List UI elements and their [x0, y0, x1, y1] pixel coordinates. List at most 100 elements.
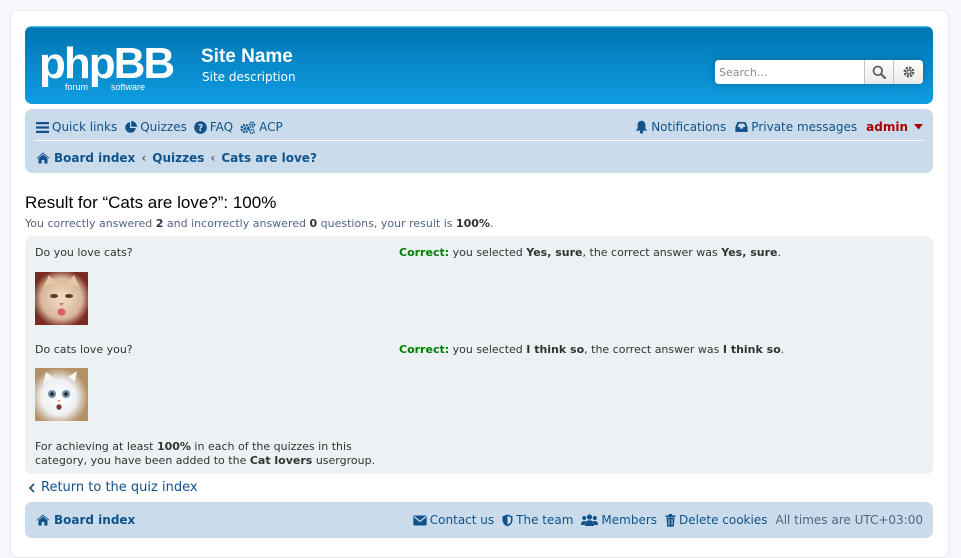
group-award-message: For achieving at least 100% in each of t…: [35, 440, 385, 468]
contact-us-link[interactable]: Contact us: [413, 513, 494, 527]
inbox-icon: [735, 122, 748, 132]
delete-cookies-link[interactable]: Delete cookies: [665, 513, 767, 527]
svg-text:phpBB: phpBB: [39, 40, 173, 88]
feedback-text: , the correct answer was: [584, 343, 723, 356]
the-team-label: The team: [516, 513, 574, 527]
notifications-label: Notifications: [651, 120, 727, 134]
home-icon: [36, 514, 50, 526]
faq-label: FAQ: [209, 120, 234, 134]
feedback-text: you selected: [449, 246, 527, 259]
breadcrumb: Board index ‹ Quizzes ‹ Cats are love?: [36, 149, 317, 167]
footer-board-index-link[interactable]: Board index: [36, 513, 135, 527]
footer-links: Board index Contact us The team Members …: [36, 511, 923, 529]
private-messages-label: Private messages: [751, 120, 858, 134]
acp-label: ACP: [259, 120, 283, 134]
chevron-left-icon: [28, 482, 35, 493]
acp-link[interactable]: ACP: [240, 120, 283, 134]
question-text: Do cats love you?: [35, 343, 133, 356]
svg-text:?: ?: [198, 123, 204, 134]
award-group: Cat lovers: [249, 454, 313, 467]
shield-icon: [502, 514, 513, 526]
username: admin: [866, 120, 908, 134]
trash-icon: [665, 513, 676, 527]
selected-answer: Yes, sure: [526, 246, 583, 259]
notifications-link[interactable]: Notifications: [635, 120, 726, 134]
breadcrumb-home[interactable]: Board index: [36, 151, 135, 165]
members-link[interactable]: Members: [581, 513, 657, 527]
result-percent: 100%: [456, 217, 490, 230]
phpbb-logo[interactable]: phpBB forum software: [39, 40, 189, 92]
navbar: Quick links Quizzes ? FAQ ACP Notificati…: [25, 109, 933, 173]
breadcrumb-quizzes[interactable]: Quizzes: [152, 151, 204, 165]
quizzes-link[interactable]: Quizzes: [124, 120, 187, 134]
caret-down-icon: [914, 124, 923, 130]
breadcrumb-current-quiz[interactable]: Cats are love?: [221, 151, 317, 165]
correct-label: Correct:: [399, 343, 450, 356]
result-summary: You correctly answered 2 and incorrectly…: [25, 217, 493, 230]
private-messages-link[interactable]: Private messages: [735, 120, 857, 134]
envelope-icon: [413, 515, 427, 525]
site-name[interactable]: Site Name: [201, 46, 293, 68]
quick-links-label: Quick links: [52, 120, 118, 134]
feedback-text: .: [777, 246, 782, 259]
advanced-search-button[interactable]: [894, 60, 923, 84]
members-label: Members: [601, 513, 658, 527]
nav-divider: [35, 140, 923, 141]
timezone-info: All times are UTC+03:00: [775, 513, 923, 527]
header-bar: phpBB forum software Site Name Site desc…: [25, 26, 933, 104]
faq-link[interactable]: ? FAQ: [194, 120, 233, 134]
bell-icon: [635, 120, 648, 134]
delete-cookies-label: Delete cookies: [679, 513, 768, 527]
user-menu[interactable]: admin: [866, 120, 923, 134]
summary-text: and incorrectly answered: [163, 217, 310, 230]
cogs-icon: [240, 120, 256, 134]
search-box: [715, 60, 923, 84]
breadcrumb-separator: ‹: [210, 151, 216, 165]
breadcrumb-home-label: Board index: [54, 151, 136, 165]
summary-text: questions, your result is: [317, 217, 456, 230]
question-image-surprised-cat[interactable]: [35, 368, 88, 421]
selected-answer: I think so: [526, 343, 585, 356]
svg-text:software: software: [111, 82, 145, 92]
question-circle-icon: ?: [194, 120, 207, 134]
question-text: Do you love cats?: [35, 246, 133, 259]
incorrect-count: 0: [309, 217, 318, 230]
award-percent: 100%: [156, 440, 191, 453]
feedback-text: you selected: [449, 343, 527, 356]
footer-navbar: Board index Contact us The team Members …: [25, 502, 933, 538]
award-text: usergroup.: [312, 454, 376, 467]
footer-right-links: Contact us The team Members Delete cooki…: [413, 513, 923, 527]
back-to-quiz-index-link[interactable]: Return to the quiz index: [28, 480, 198, 495]
quick-links-menu[interactable]: Quick links: [36, 120, 117, 134]
footer-board-index-label: Board index: [54, 513, 136, 527]
page-title: Result for “Cats are love?”: 100%: [25, 193, 277, 212]
users-icon: [581, 514, 599, 526]
correct-answer: I think so: [722, 343, 781, 356]
feedback-text: , the correct answer was: [582, 246, 722, 259]
award-text: For achieving at least: [35, 440, 157, 453]
search-input[interactable]: [715, 60, 865, 84]
summary-text: You correctly answered: [25, 217, 156, 230]
site-description: Site description: [202, 70, 296, 84]
quizzes-label: Quizzes: [140, 120, 187, 134]
breadcrumb-separator: ‹: [141, 151, 147, 165]
correct-label: Correct:: [399, 246, 450, 259]
back-link-label: Return to the quiz index: [41, 480, 198, 495]
answer-feedback: Correct: you selected Yes, sure, the cor…: [399, 246, 781, 259]
bars-icon: [36, 121, 49, 133]
question-image-cat-tongue[interactable]: [35, 272, 88, 325]
correct-answer: Yes, sure: [721, 246, 778, 259]
home-icon: [36, 152, 50, 164]
gear-icon: [903, 66, 914, 78]
feedback-text: .: [780, 343, 785, 356]
nav-user-area: Notifications Private messages admin: [635, 120, 923, 134]
answer-feedback: Correct: you selected I think so, the co…: [399, 343, 784, 356]
pie-chart-icon: [125, 120, 138, 133]
svg-text:forum: forum: [65, 82, 88, 92]
the-team-link[interactable]: The team: [502, 513, 573, 527]
summary-text: .: [489, 217, 494, 230]
results-panel: Do you love cats? Correct: you selected …: [25, 236, 933, 474]
search-button[interactable]: [865, 60, 894, 84]
contact-us-label: Contact us: [429, 513, 495, 527]
search-icon: [872, 65, 886, 79]
